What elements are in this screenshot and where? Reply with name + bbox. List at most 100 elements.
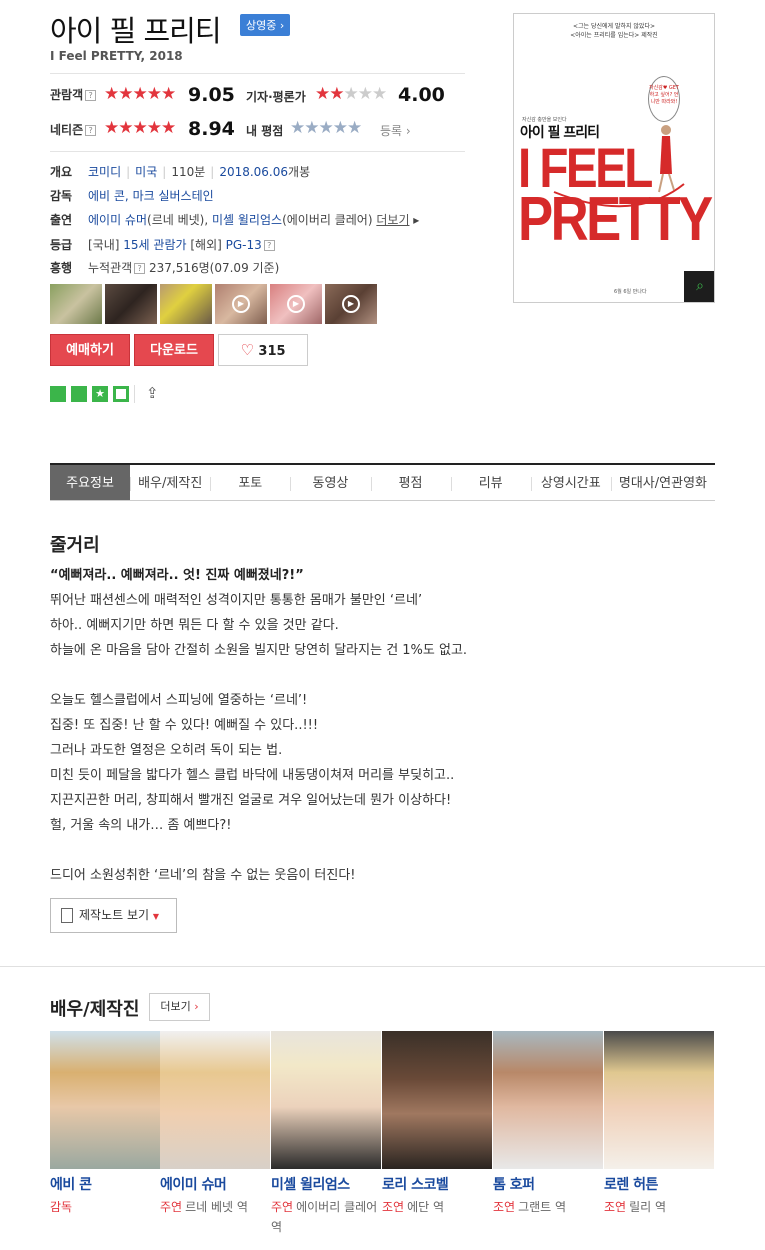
divider [50,151,465,152]
zoom-search-icon[interactable]: ⌕ [684,271,714,302]
caret-down-icon: ▼ [152,912,160,921]
cast-card[interactable]: 미셸 윌리엄스 주연 에이버리 클레어 역 [271,1031,382,1237]
help-icon[interactable]: ? [85,125,97,136]
director-value: 에비 콘, 마크 실버스테인 [88,187,214,204]
tab-quotes[interactable]: 명대사/연관영화 [610,465,715,500]
cast-more-button[interactable]: 더보기 › [149,993,210,1021]
section-divider [0,966,765,967]
production-note-button[interactable]: 제작노트 보기 ▼ [50,898,177,933]
cast-photo[interactable] [382,1031,492,1169]
divider [50,73,465,74]
cast-label: 출연 [50,213,73,227]
grade-foreign-link[interactable]: PG-13 [226,238,262,252]
movie-title: 아이 필 프리티 [50,14,222,48]
boxoffice-label: 흥행 [50,261,73,275]
cast-card[interactable]: 로렌 허튼 조연 릴리 역 [604,1031,715,1217]
netizen-rating: 네티즌? [50,121,97,138]
movie-poster[interactable]: <그는 당신에게 말하지 않았다> <아이는 프리티를 입는다> 제작진 자신감… [513,13,715,303]
country-link[interactable]: 미국 [135,165,157,179]
synopsis-heading: 줄거리 [50,535,100,556]
cast-card[interactable]: 로리 스코벨 조연 에단 역 [382,1031,493,1217]
grade-domestic-link[interactable]: 15세 관람가 [123,238,186,252]
netizen-score: 8.94 [188,118,235,140]
tab-schedule[interactable]: 상영시간표 [530,465,611,500]
cast-card[interactable]: 톰 호퍼 조연 그랜트 역 [493,1031,604,1217]
synopsis-body: “예뻐져라.. 예뻐져라.. 엇! 진짜 예뻐졌네?!” 뛰어난 패션센스에 매… [50,563,710,888]
play-icon: ▶ [342,295,360,313]
help-icon[interactable]: ? [134,263,146,274]
band-share-icon[interactable] [113,386,129,402]
cast-photo[interactable] [493,1031,603,1169]
cast-name[interactable]: 미셸 윌리엄스 [271,1174,382,1194]
cast-photo[interactable] [604,1031,714,1169]
boxoffice-value: 누적관객? 237,516명(07.09 기준) [88,261,280,275]
star-share-icon[interactable]: ★ [92,386,108,402]
cast-name[interactable]: 로리 스코벨 [382,1174,493,1194]
tab-cast[interactable]: 배우/제작진 [130,465,210,500]
cast-role: 조연 릴리 역 [604,1200,667,1214]
cast-link-2[interactable]: 미셸 윌리엄스 [212,213,282,227]
director-link[interactable]: 에비 콘, 마크 실버스테인 [88,189,214,203]
release-link[interactable]: 2018.06.06 [219,165,288,179]
summary-value: 코미디 | 미국 | 110분 | 2018.06.06개봉 [88,165,311,179]
cast-role: 주연 르네 베넷 역 [160,1200,248,1214]
grade-value: [국내] 15세 관람가 [해외] PG-13? [88,236,275,253]
cast-name[interactable]: 로렌 허튼 [604,1174,715,1194]
photo-thumbnail[interactable] [50,284,102,324]
summary-label: 개요 [50,165,73,179]
cast-name[interactable]: 에이미 슈머 [160,1174,271,1194]
cast-photo[interactable] [50,1031,160,1169]
tab-rating[interactable]: 평점 [370,465,451,500]
reserve-button[interactable]: 예매하기 [50,334,130,366]
blog-share-icon[interactable] [50,386,66,402]
audience-rating: 관람객? [50,86,97,103]
play-icon: ▶ [287,295,305,313]
download-button[interactable]: 다운로드 [134,334,214,366]
audience-stars: ★★★★★ [104,84,176,104]
document-icon [61,908,73,923]
share-icon[interactable]: ⇪ [146,384,159,402]
netizen-stars: ★★★★★ [104,118,176,138]
photo-thumbnail[interactable] [105,284,157,324]
critic-label: 기자·평론가 [246,90,306,104]
grade-label: 등급 [50,238,73,252]
my-rating-stars[interactable]: ★★★★★ [290,118,362,138]
play-icon: ▶ [232,295,250,313]
audience-score: 9.05 [188,84,235,106]
cast-photo[interactable] [271,1031,381,1169]
genre-link[interactable]: 코미디 [88,165,121,179]
help-icon[interactable]: ? [85,90,97,101]
cast-role: 감독 [50,1200,73,1214]
director-label: 감독 [50,189,73,203]
tab-video[interactable]: 동영상 [290,465,370,500]
cast-link-1[interactable]: 에이미 슈머 [88,213,147,227]
photo-thumbnail[interactable] [160,284,212,324]
video-thumbnail[interactable]: ▶ [215,284,267,324]
tab-review[interactable]: 리뷰 [450,465,531,500]
like-button[interactable]: ♡ 315 [218,334,308,366]
cast-role: 주연 에이버리 클레어 역 [271,1200,378,1234]
video-thumbnail[interactable]: ▶ [325,284,377,324]
cast-name[interactable]: 톰 호퍼 [493,1174,604,1194]
cast-more-link[interactable]: 더보기 [376,213,409,227]
tab-main-info[interactable]: 주요정보 [50,465,131,500]
tab-bar: 주요정보 배우/제작진 포토 동영상 평점 리뷰 상영시간표 명대사/연관영화 [50,463,715,501]
divider [134,385,135,403]
cast-name[interactable]: 에비 콘 [50,1174,161,1194]
cast-card[interactable]: 에비 콘 감독 [50,1031,161,1217]
critic-score: 4.00 [398,84,445,106]
movie-subtitle: I Feel PRETTY, 2018 [50,49,183,63]
register-rating-link[interactable]: 등록 › [380,122,411,139]
critic-stars: ★★★★★ [315,84,387,104]
cast-heading: 배우/제작진 [50,999,140,1020]
cafe-share-icon[interactable] [71,386,87,402]
tab-photo[interactable]: 포토 [210,465,290,500]
my-rating-label: 내 평점 [246,124,284,138]
video-thumbnail[interactable]: ▶ [270,284,322,324]
cast-photo[interactable] [160,1031,270,1169]
help-icon[interactable]: ? [263,240,275,251]
status-badge[interactable]: 상영중 › [240,14,291,36]
synopsis-tagline: “예뻐져라.. 예뻐져라.. 엇! 진짜 예뻐졌네?!” [50,568,304,583]
cast-card[interactable]: 에이미 슈머 주연 르네 베넷 역 [160,1031,271,1217]
cast-role: 조연 에단 역 [382,1200,445,1214]
